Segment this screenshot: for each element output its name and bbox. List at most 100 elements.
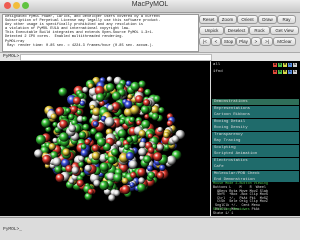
nav-button[interactable]: < [211, 37, 221, 46]
atom-sphere [79, 100, 86, 107]
atom-sphere [147, 171, 155, 179]
atom-sphere [153, 152, 163, 162]
atom-sphere [111, 148, 119, 156]
demo-menu-item[interactable]: Roving Density [212, 125, 299, 132]
object-a-button[interactable]: A [273, 69, 277, 74]
atom-sphere [130, 172, 137, 179]
orient-button[interactable]: Orient [237, 15, 258, 24]
object-name[interactable]: all [213, 62, 220, 68]
demo-menu-item[interactable]: Cartoon Ribbons [212, 112, 299, 119]
atom-sphere [55, 173, 65, 183]
atom-sphere [119, 118, 125, 125]
atom-sphere [157, 144, 164, 151]
atom-sphere [99, 162, 109, 172]
atom-sphere [129, 116, 136, 123]
atom-sphere [58, 87, 68, 97]
demo-menu-item[interactable]: Sculpting [212, 144, 299, 151]
reset-button[interactable]: Reset [199, 15, 218, 24]
demo-menu-item[interactable]: Roving Detail [212, 118, 299, 125]
atom-sphere [159, 164, 166, 171]
atom-sphere [82, 86, 89, 93]
demo-menu-header: Demonstrations [212, 99, 299, 106]
atom-sphere [59, 119, 68, 129]
atom-sphere [113, 173, 123, 183]
object-c-button[interactable]: C [293, 62, 297, 67]
atom-sphere [108, 194, 116, 202]
atom-sphere [136, 120, 142, 126]
play-button[interactable]: Play [236, 37, 251, 46]
atom-sphere [70, 105, 78, 114]
atom-sphere [138, 147, 147, 157]
demo-menu-item[interactable]: Electrostatics [212, 157, 299, 164]
ray-button[interactable]: Ray [277, 15, 296, 24]
object-c-button[interactable]: C [293, 69, 297, 74]
unpick-button[interactable]: Unpick [199, 26, 224, 35]
atom-sphere [52, 157, 62, 167]
atom-sphere [71, 166, 80, 175]
demo-menu-item[interactable]: Scripted Animation [212, 151, 299, 158]
mouse-mode-panel: Mouse Mode 3-Button Viewing Buttons L M R… [211, 182, 300, 216]
molecule-render[interactable] [0, 61, 210, 216]
atom-sphere [80, 143, 87, 150]
atom-sphere [52, 121, 58, 128]
atom-sphere [106, 76, 113, 82]
atom-sphere [123, 144, 130, 150]
atom-sphere [137, 183, 147, 192]
atom-sphere [125, 152, 135, 161]
atom-sphere [78, 131, 87, 139]
command-input[interactable] [20, 54, 212, 61]
getview-button[interactable]: Get View [270, 26, 299, 35]
atom-sphere [84, 138, 91, 146]
object-h-button[interactable]: H [283, 69, 287, 74]
deselect-button[interactable]: Deselect [224, 26, 249, 35]
demo-menu-item[interactable]: Ray Tracing [212, 138, 299, 145]
atom-sphere [113, 189, 121, 197]
atom-sphere [151, 112, 160, 121]
object-a-button[interactable]: A [273, 62, 277, 67]
object-s-button[interactable]: S [278, 69, 282, 74]
rock-button[interactable]: Rock [249, 26, 270, 35]
demo-menu-item[interactable]: Molecular/PDB Check [212, 170, 299, 177]
atom-sphere [158, 107, 165, 114]
nav-button[interactable]: > [251, 37, 261, 46]
atom-sphere [147, 165, 153, 172]
atom-sphere [139, 141, 146, 149]
atom-sphere [78, 161, 85, 168]
object-row-1fnd[interactable]: 1fnd A S H L C [211, 69, 300, 75]
bottom-bar: PyMOL>_ [0, 217, 300, 240]
demo-menu-item[interactable]: Representations [212, 105, 299, 112]
atom-sphere [68, 178, 75, 184]
stop-button[interactable]: Stop [221, 37, 236, 46]
bottom-command-line[interactable]: PyMOL>_ [3, 227, 22, 232]
window-title: MacPyMOL [131, 1, 169, 8]
nav-button[interactable]: >| [261, 37, 273, 46]
nav-button[interactable]: |< [199, 37, 211, 46]
object-row-all[interactable]: all A S H L C [211, 62, 300, 68]
atom-sphere [50, 113, 57, 120]
atom-sphere [48, 143, 56, 151]
object-h-button[interactable]: H [283, 62, 287, 67]
atom-sphere [62, 148, 71, 157]
atom-sphere [135, 95, 144, 104]
demo-menu-item[interactable]: Transparency [212, 131, 299, 138]
object-l-button[interactable]: L [288, 62, 292, 67]
mclear-button[interactable]: MClear [273, 37, 296, 46]
atom-sphere [130, 81, 140, 91]
title-bar: MacPyMOL [0, 0, 300, 13]
atom-sphere [121, 185, 131, 195]
atom-sphere [34, 149, 43, 158]
zoom-button[interactable]: Zoom [218, 15, 237, 24]
object-name[interactable]: 1fnd [213, 69, 223, 75]
atom-sphere [127, 94, 133, 100]
atom-sphere [65, 107, 71, 114]
atom-sphere [137, 168, 146, 177]
console-output: Designated PyMOL Power, Carlos, and Deve… [2, 14, 199, 52]
state-indicator: State 1/ 1 [213, 211, 234, 216]
draw-button[interactable]: Draw [258, 15, 277, 24]
molecular-viewer[interactable] [0, 61, 210, 216]
demo-menu-item[interactable]: Cafe [212, 164, 299, 171]
object-s-button[interactable]: S [278, 62, 282, 67]
atom-sphere [107, 156, 116, 164]
object-l-button[interactable]: L [288, 69, 292, 74]
atom-sphere [171, 135, 180, 143]
